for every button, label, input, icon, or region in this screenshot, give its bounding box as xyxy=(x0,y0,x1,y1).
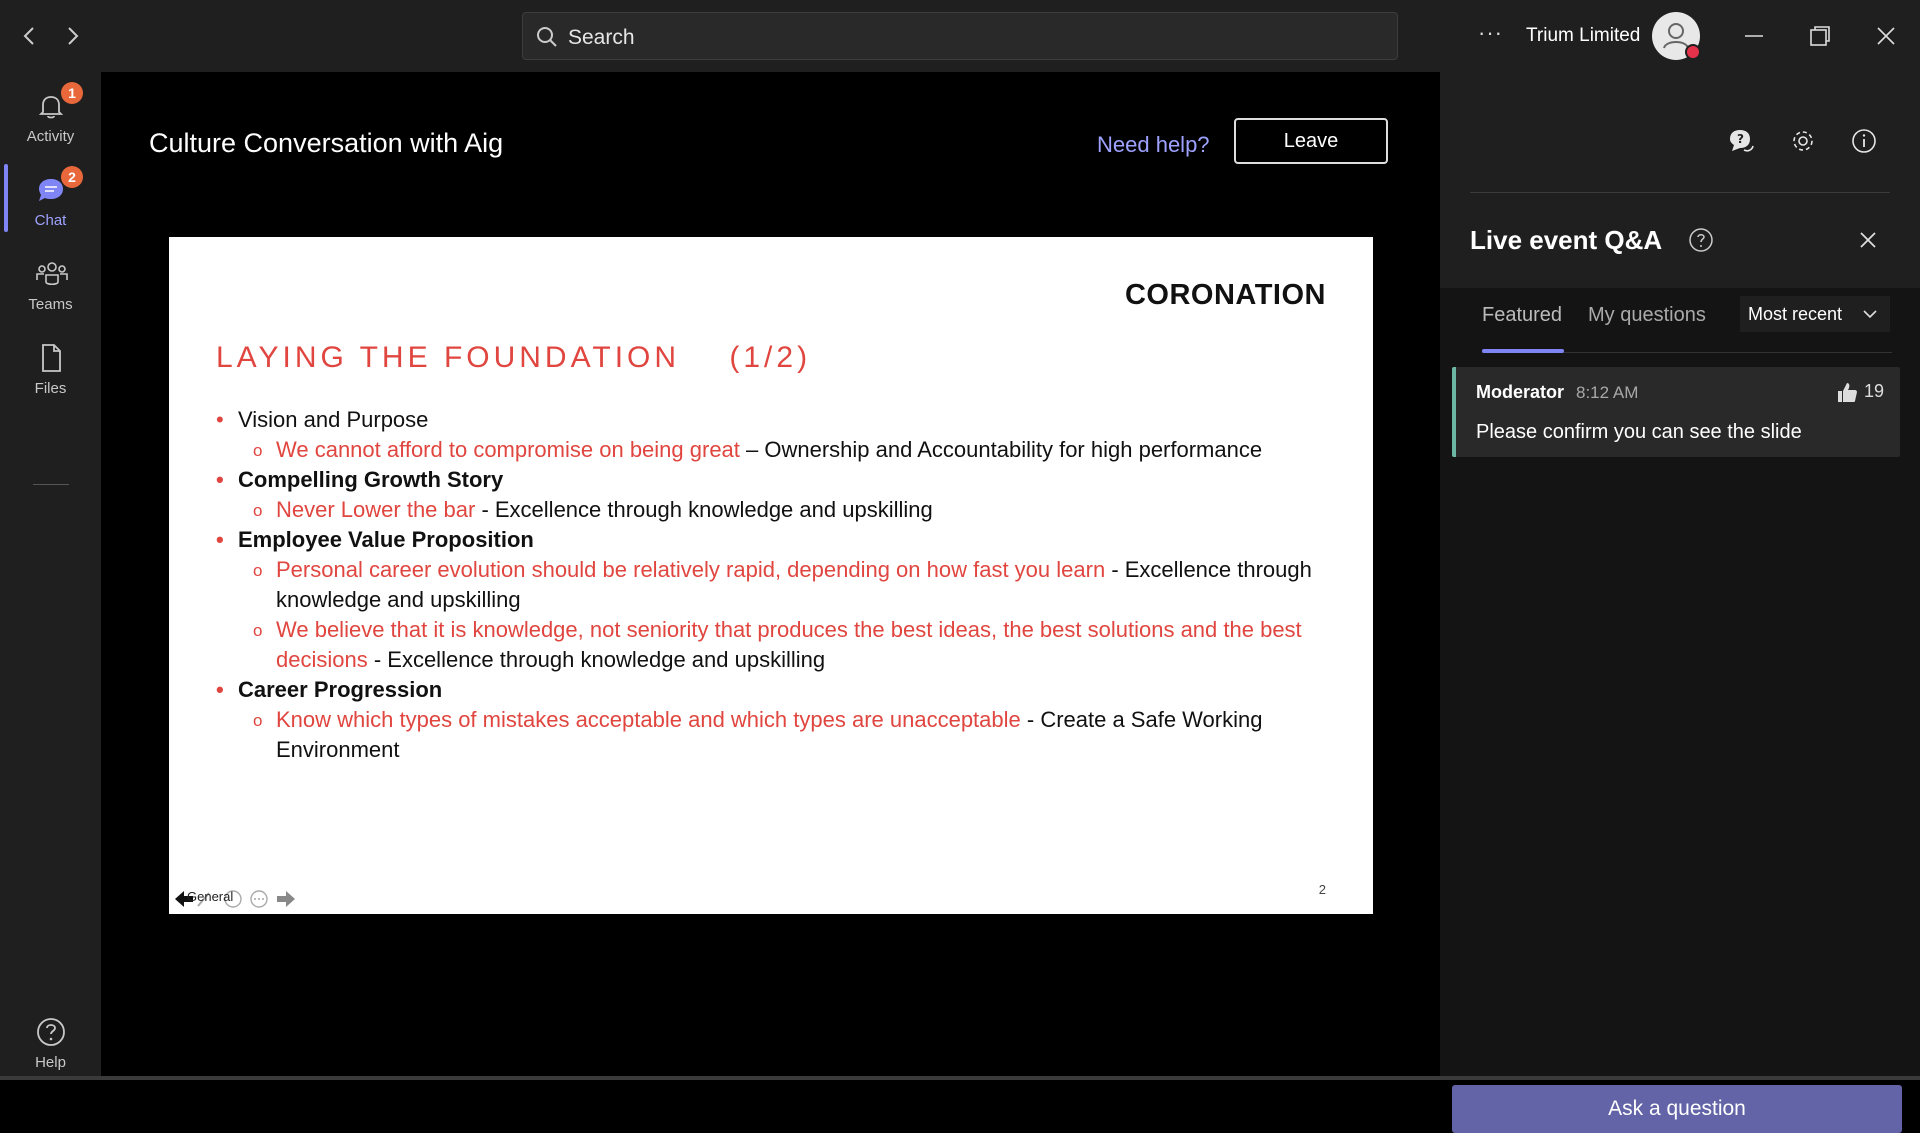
sensitivity-label: General xyxy=(187,889,234,904)
like-count: 19 xyxy=(1864,381,1885,401)
rail-item-chat[interactable]: 2 Chat xyxy=(0,160,101,240)
slide-sub-bullet: Personal career evolution should be rela… xyxy=(216,555,1336,615)
sort-value: Most recent xyxy=(1748,304,1843,324)
thumbs-up-icon[interactable] xyxy=(1834,379,1860,405)
slide-sub-bullet: We believe that it is knowledge, not sen… xyxy=(216,615,1336,675)
org-name[interactable]: Trium Limited xyxy=(1526,25,1640,47)
meeting-title: Culture Conversation with Aig xyxy=(149,128,504,158)
restore-icon[interactable] xyxy=(1802,18,1838,54)
slide-red-text: Never Lower the bar xyxy=(276,497,476,522)
slide-heading: Employee Value Proposition xyxy=(238,527,534,552)
gear-icon[interactable] xyxy=(1788,126,1818,156)
question-text: Please confirm you can see the slide xyxy=(1476,421,1802,443)
tab-my-questions[interactable]: My questions xyxy=(1588,304,1706,327)
forward-arrow-icon[interactable] xyxy=(58,22,86,50)
rail-label-files: Files xyxy=(34,380,67,397)
slide-heading: Vision and Purpose xyxy=(238,407,429,432)
slide-bullet: Employee Value Proposition xyxy=(216,525,1336,555)
question-time: 8:12 AM xyxy=(1576,383,1639,402)
bottom-scrollbar xyxy=(0,1076,1920,1080)
chat-badge: 2 xyxy=(61,166,83,188)
close-window-icon[interactable] xyxy=(1868,18,1904,54)
active-tab-indicator xyxy=(1482,349,1564,353)
slide-red-text: We cannot afford to compromise on being … xyxy=(276,437,740,462)
slide-title: LAYING THE FOUNDATION (1/2) xyxy=(216,341,812,374)
file-icon xyxy=(42,344,61,372)
qa-panel: ? Live event Q&A Featured My questions M… xyxy=(1440,72,1920,1133)
title-bar: Search ··· Trium Limited xyxy=(0,0,1920,72)
rail-label-activity: Activity xyxy=(26,128,75,145)
back-arrow-icon[interactable] xyxy=(16,22,44,50)
slide-black-text: - Excellence through knowledge and upski… xyxy=(367,647,826,672)
info-icon[interactable] xyxy=(1849,126,1879,156)
qa-title: Live event Q&A xyxy=(1470,225,1663,255)
rail-divider xyxy=(33,484,69,485)
qa-chat-icon[interactable]: ? xyxy=(1726,126,1756,156)
rail-item-activity[interactable]: 1 Activity xyxy=(0,76,101,156)
slide-red-text: Personal career evolution should be rela… xyxy=(276,557,1106,582)
help-icon xyxy=(37,1018,65,1046)
slide-heading: Compelling Growth Story xyxy=(238,467,504,492)
slide-logo: CORONATION xyxy=(1124,279,1326,311)
search-input[interactable]: Search xyxy=(568,26,635,50)
rail-label-help: Help xyxy=(35,1054,66,1071)
slide-sub-bullet: Know which types of mistakes acceptable … xyxy=(216,705,1336,765)
slide-black-text: - Excellence through knowledge and upski… xyxy=(475,497,933,522)
question-card: Moderator 8:12 AM 19 Please confirm you … xyxy=(1452,367,1900,457)
active-indicator xyxy=(4,164,8,232)
slide-red-text: Know which types of mistakes acceptable … xyxy=(276,707,1021,732)
svg-text:?: ? xyxy=(1737,132,1744,146)
slide-heading: Career Progression xyxy=(238,677,443,702)
app-rail: 1 Activity 2 Chat Teams Files Help xyxy=(0,72,101,1080)
presence-busy-icon xyxy=(1685,44,1701,60)
tab-featured[interactable]: Featured xyxy=(1482,304,1562,327)
search-icon xyxy=(537,27,557,47)
minimize-icon[interactable] xyxy=(1736,18,1772,54)
qa-divider xyxy=(1470,192,1890,193)
qa-body: Featured My questions Most recent Modera… xyxy=(1440,288,1920,1133)
sort-dropdown[interactable]: Most recent xyxy=(1740,296,1890,332)
need-help-link[interactable]: Need help? xyxy=(1097,132,1210,158)
slide-bullet: Compelling Growth Story xyxy=(216,465,1336,495)
more-slide-options-icon[interactable] xyxy=(249,889,269,909)
slide-page-number: 2 xyxy=(1318,882,1326,897)
slide-bullet: Vision and Purpose xyxy=(216,405,1336,435)
rail-item-help[interactable]: Help xyxy=(0,1002,101,1082)
help-circle-icon[interactable] xyxy=(1688,227,1714,253)
rail-item-teams[interactable]: Teams xyxy=(0,244,101,324)
rail-label-chat: Chat xyxy=(34,212,67,229)
more-options-icon[interactable]: ··· xyxy=(1478,20,1503,46)
ask-question-button[interactable]: Ask a question xyxy=(1452,1085,1902,1133)
slide-body: Vision and Purpose We cannot afford to c… xyxy=(216,405,1336,765)
slide-bullet: Career Progression xyxy=(216,675,1336,705)
activity-badge: 1 xyxy=(61,82,83,104)
slide-sub-bullet: We cannot afford to compromise on being … xyxy=(216,435,1336,466)
leave-button[interactable]: Leave xyxy=(1234,118,1388,164)
close-icon[interactable] xyxy=(1854,226,1882,254)
rail-item-files[interactable]: Files xyxy=(0,328,101,408)
rail-label-teams: Teams xyxy=(28,296,73,313)
question-author: Moderator xyxy=(1476,382,1565,402)
presentation-slide: CORONATION LAYING THE FOUNDATION (1/2) V… xyxy=(169,237,1373,914)
slide-sub-bullet: Never Lower the bar - Excellence through… xyxy=(216,495,1336,526)
slide-black-text: – Ownership and Accountability for high … xyxy=(739,437,1263,462)
search-box[interactable]: Search xyxy=(522,12,1398,60)
teams-icon xyxy=(36,262,68,286)
next-slide-icon[interactable] xyxy=(275,889,297,909)
chevron-down-icon xyxy=(1863,310,1877,319)
